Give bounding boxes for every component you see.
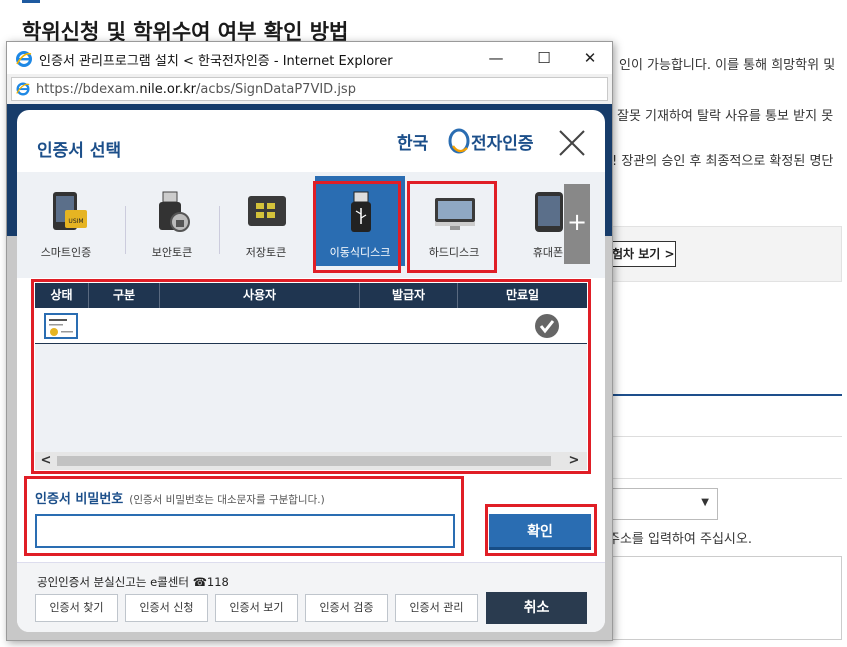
password-label: 인증서 비밀번호 (인증서 비밀번호는 대소문자를 구분합니다.) xyxy=(35,492,325,507)
address-hint: 주소를 입력하여 주십시오. xyxy=(608,532,752,547)
minimize-button[interactable]: — xyxy=(473,42,519,74)
table-header: 상태 구분 사용자 발급자 만료일 xyxy=(35,283,587,308)
storage-media-bar: USIM 스마트인증 보안토큰 저장토큰 이동식디스크 하드디스크 휴대폰 + xyxy=(17,172,605,278)
more-media-button[interactable]: + xyxy=(564,184,590,264)
find-certificate-button[interactable]: 인증서 찾기 xyxy=(35,594,118,622)
certificate-dialog: 인증서 선택 한국 전자인증 USIM 스마트인증 보안토큰 저장토큰 이동식디… xyxy=(17,110,605,632)
horizontal-scrollbar[interactable]: < > xyxy=(35,452,587,470)
lost-report-note: 공인인증서 분실신고는 e콜센터 ☎118 xyxy=(37,575,229,589)
crosscert-logo: 한국 전자인증 xyxy=(397,128,534,154)
password-input[interactable] xyxy=(35,514,455,548)
dialog-close-icon[interactable] xyxy=(555,126,589,160)
usb-drive-icon xyxy=(351,191,371,232)
media-label: 이동식디스크 xyxy=(329,246,391,259)
ie-popup-window: 인증서 관리프로그램 설치 < 한국전자인증 - Internet Explor… xyxy=(6,41,613,641)
window-titlebar: 인증서 관리프로그램 설치 < 한국전자인증 - Internet Explor… xyxy=(7,42,612,74)
internet-explorer-icon xyxy=(16,51,32,67)
security-token-icon xyxy=(159,191,190,232)
svg-text:USIM: USIM xyxy=(68,218,83,225)
monitor-icon xyxy=(435,198,475,230)
row-divider xyxy=(612,478,842,479)
smart-auth-icon: USIM xyxy=(53,192,87,230)
email-domain-select[interactable]: ▼ xyxy=(612,488,718,520)
dialog-title: 인증서 선택 xyxy=(37,141,122,161)
manage-certificate-button[interactable]: 인증서 관리 xyxy=(395,594,478,622)
scroll-left-icon[interactable]: < xyxy=(37,452,55,470)
media-hard-disk[interactable]: 하드디스크 xyxy=(409,176,499,266)
scroll-thumb[interactable] xyxy=(57,456,551,466)
media-label: 스마트인증 xyxy=(40,246,92,259)
table-row[interactable] xyxy=(35,308,587,344)
media-storage-token[interactable]: 저장토큰 xyxy=(221,176,311,266)
body-text-line: 잘못 기재하여 탈락 사유를 통보 받지 못 xyxy=(617,109,834,124)
media-smart-auth[interactable]: USIM 스마트인증 xyxy=(21,176,111,266)
cancel-button[interactable]: 취소 xyxy=(486,592,587,624)
media-removable-disk[interactable]: 이동식디스크 xyxy=(315,176,405,266)
popup-content: 인증서 선택 한국 전자인증 USIM 스마트인증 보안토큰 저장토큰 이동식디… xyxy=(7,104,612,640)
row-divider xyxy=(612,436,842,437)
chevron-down-icon: ▼ xyxy=(701,497,709,508)
scroll-right-icon[interactable]: > xyxy=(565,452,583,470)
svg-text:전자인증: 전자인증 xyxy=(471,134,534,154)
certificate-table: 상태 구분 사용자 발급자 만료일 < > xyxy=(35,283,587,470)
media-label: 하드디스크 xyxy=(428,246,480,259)
message-textarea[interactable] xyxy=(612,556,842,640)
url-text: https://bdexam.nile.or.kr/acbs/SignDataP… xyxy=(36,82,356,97)
page-icon xyxy=(16,82,30,96)
column-status[interactable]: 상태 xyxy=(35,283,89,308)
maximize-button[interactable]: ☐ xyxy=(521,42,567,74)
media-security-token[interactable]: 보안토큰 xyxy=(127,176,217,266)
body-text-line: 인이 가능합니다. 이를 통해 희망학위 및 xyxy=(619,58,836,73)
column-issuer[interactable]: 발급자 xyxy=(360,283,458,308)
column-type[interactable]: 구분 xyxy=(89,283,160,308)
column-expiry[interactable]: 만료일 xyxy=(458,283,587,308)
confirm-button[interactable]: 확인 xyxy=(489,514,591,550)
password-hint: (인증서 비밀번호는 대소문자를 구분합니다.) xyxy=(129,494,325,506)
media-label: 보안토큰 xyxy=(151,246,193,259)
separator xyxy=(125,206,126,254)
window-title: 인증서 관리프로그램 설치 < 한국전자인증 - Internet Explor… xyxy=(39,54,393,69)
detail-view-button[interactable]: 험차 보기 > xyxy=(608,241,676,267)
separator xyxy=(219,206,220,254)
svg-text:한국: 한국 xyxy=(397,134,429,154)
section-divider xyxy=(612,394,842,396)
storage-token-icon xyxy=(248,196,286,226)
title-accent-bar xyxy=(22,0,40,3)
window-close-button[interactable]: ✕ xyxy=(567,42,613,74)
media-label: 저장토큰 xyxy=(245,246,287,259)
address-bar[interactable]: https://bdexam.nile.or.kr/acbs/SignDataP… xyxy=(11,77,608,101)
view-certificate-button[interactable]: 인증서 보기 xyxy=(215,594,298,622)
body-text-line: ! 장관의 승인 후 최종적으로 확정된 명단 xyxy=(612,154,834,169)
column-user[interactable]: 사용자 xyxy=(160,283,360,308)
certificate-icon xyxy=(44,313,78,339)
apply-certificate-button[interactable]: 인증서 신청 xyxy=(125,594,208,622)
verify-certificate-button[interactable]: 인증서 검증 xyxy=(305,594,388,622)
valid-check-icon xyxy=(535,314,559,338)
